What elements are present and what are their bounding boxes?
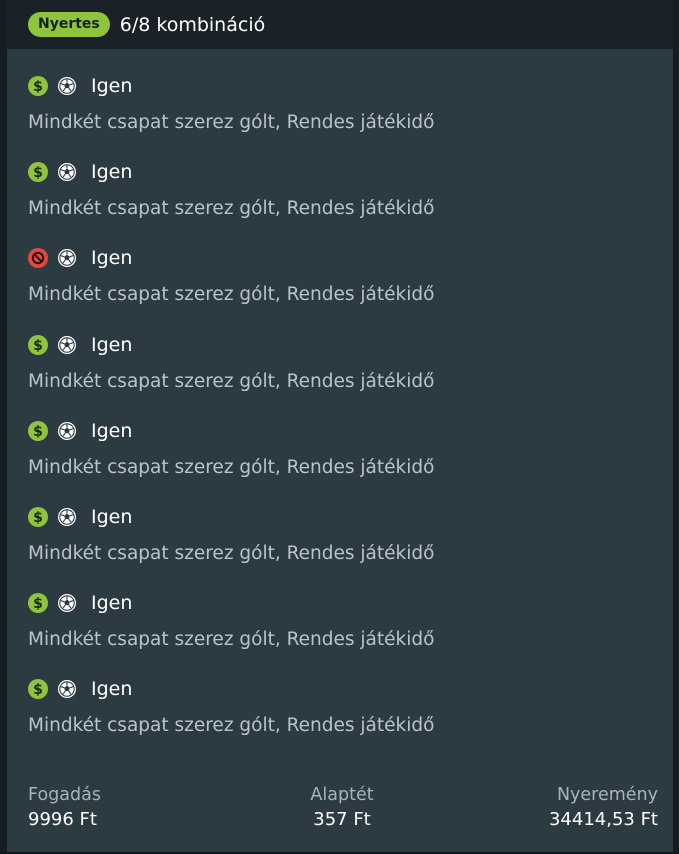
soccer-ball-icon [57, 248, 86, 268]
soccer-ball-icon [57, 76, 86, 96]
bet-slip-card: Nyertes 6/8 kombináció $ Igen Mindkét csap… [7, 0, 673, 852]
bet-legs-list: $ Igen Mindkét csapat szerez gólt, Rendes … [7, 68, 673, 758]
bet-leg-header: $ Igen [28, 592, 132, 614]
bet-header: Nyertes 6/8 kombináció [7, 0, 673, 49]
soccer-ball-icon [57, 335, 86, 355]
blocked-icon [28, 248, 57, 269]
bet-market: Mindkét csapat szerez gólt, Rendes játék… [28, 629, 435, 651]
bet-pick: Igen [91, 419, 133, 442]
bet-leg[interactable]: $ Igen Mindkét csapat szerez gólt, Rendes … [7, 671, 673, 757]
bet-market: Mindkét csapat szerez gólt, Rendes játék… [28, 715, 435, 737]
bet-leg[interactable]: $ Igen Mindkét csapat szerez gólt, Rendes … [7, 585, 673, 671]
bet-pick: Igen [91, 247, 133, 270]
bet-market: Mindkét csapat szerez gólt, Rendes játék… [28, 542, 435, 564]
bet-pick: Igen [91, 678, 133, 701]
bet-leg[interactable]: $ Igen Mindkét csapat szerez gólt, Rendes … [7, 68, 673, 154]
bet-pick: Igen [91, 161, 133, 184]
bet-leg-header: $ Igen [28, 161, 132, 183]
stake-column: Fogadás 9996 Ft [28, 783, 101, 833]
winnings-column: Nyeremény 34414,53 Ft [549, 783, 658, 833]
dollar-icon: $ [28, 334, 57, 355]
svg-text:$: $ [33, 165, 43, 181]
svg-text:$: $ [33, 510, 43, 526]
bet-leg-header: $ Igen [28, 678, 132, 700]
dollar-icon: $ [28, 506, 57, 527]
bet-leg-header: Igen [28, 247, 132, 269]
base-stake-label: Alaptét [310, 785, 374, 805]
stake-value: 9996 Ft [28, 809, 97, 830]
stake-label: Fogadás [28, 785, 101, 805]
base-stake-column: Alaptét 357 Ft [307, 783, 377, 833]
bet-leg-header: $ Igen [28, 334, 132, 356]
bet-pick: Igen [91, 333, 133, 356]
bet-leg[interactable]: $ Igen Mindkét csapat szerez gólt, Rendes … [7, 327, 673, 413]
soccer-ball-icon [57, 679, 86, 699]
dollar-icon: $ [28, 76, 57, 96]
bet-market: Mindkét csapat szerez gólt, Rendes játék… [28, 284, 435, 306]
svg-text:$: $ [33, 338, 43, 354]
svg-text:$: $ [33, 79, 43, 95]
bet-market: Mindkét csapat szerez gólt, Rendes játék… [28, 112, 435, 133]
soccer-ball-icon [57, 162, 86, 182]
bet-pick: Igen [91, 75, 133, 97]
dollar-icon: $ [28, 593, 57, 614]
bet-pick: Igen [91, 592, 133, 615]
svg-text:$: $ [33, 596, 43, 612]
bet-market: Mindkét csapat szerez gólt, Rendes játék… [28, 198, 435, 220]
bet-market: Mindkét csapat szerez gólt, Rendes játék… [28, 370, 435, 392]
dollar-icon: $ [28, 679, 57, 700]
svg-text:$: $ [33, 682, 43, 698]
combination-summary: 6/8 kombináció [119, 13, 266, 36]
dollar-icon: $ [28, 162, 57, 183]
bet-pick: Igen [91, 505, 133, 528]
bet-market: Mindkét csapat szerez gólt, Rendes játék… [28, 456, 435, 478]
bet-leg-header: $ Igen [28, 75, 132, 97]
dollar-icon: $ [28, 420, 57, 441]
soccer-ball-icon [57, 421, 86, 441]
bet-leg-header: $ Igen [28, 420, 132, 442]
soccer-ball-icon [57, 507, 86, 527]
winnings-value: 34414,53 Ft [548, 809, 658, 830]
bet-leg[interactable]: $ Igen Mindkét csapat szerez gólt, Rendes … [7, 499, 673, 585]
bet-footer: Fogadás 9996 Ft Alaptét 357 Ft Nyeremény… [7, 783, 673, 843]
svg-text:$: $ [33, 424, 43, 440]
base-stake-value: 357 Ft [313, 809, 371, 830]
soccer-ball-icon [57, 593, 86, 613]
status-badge: Nyertes [28, 12, 110, 37]
bet-leg-header: $ Igen [28, 506, 132, 528]
winnings-label: Nyeremény [556, 785, 658, 805]
bet-leg[interactable]: $ Igen Mindkét csapat szerez gólt, Rendes … [7, 154, 673, 240]
bet-leg[interactable]: $ Igen Mindkét csapat szerez gólt, Rendes … [7, 413, 673, 499]
bet-leg[interactable]: Igen Mindkét csapat szerez gólt, Rendes j… [7, 240, 673, 326]
